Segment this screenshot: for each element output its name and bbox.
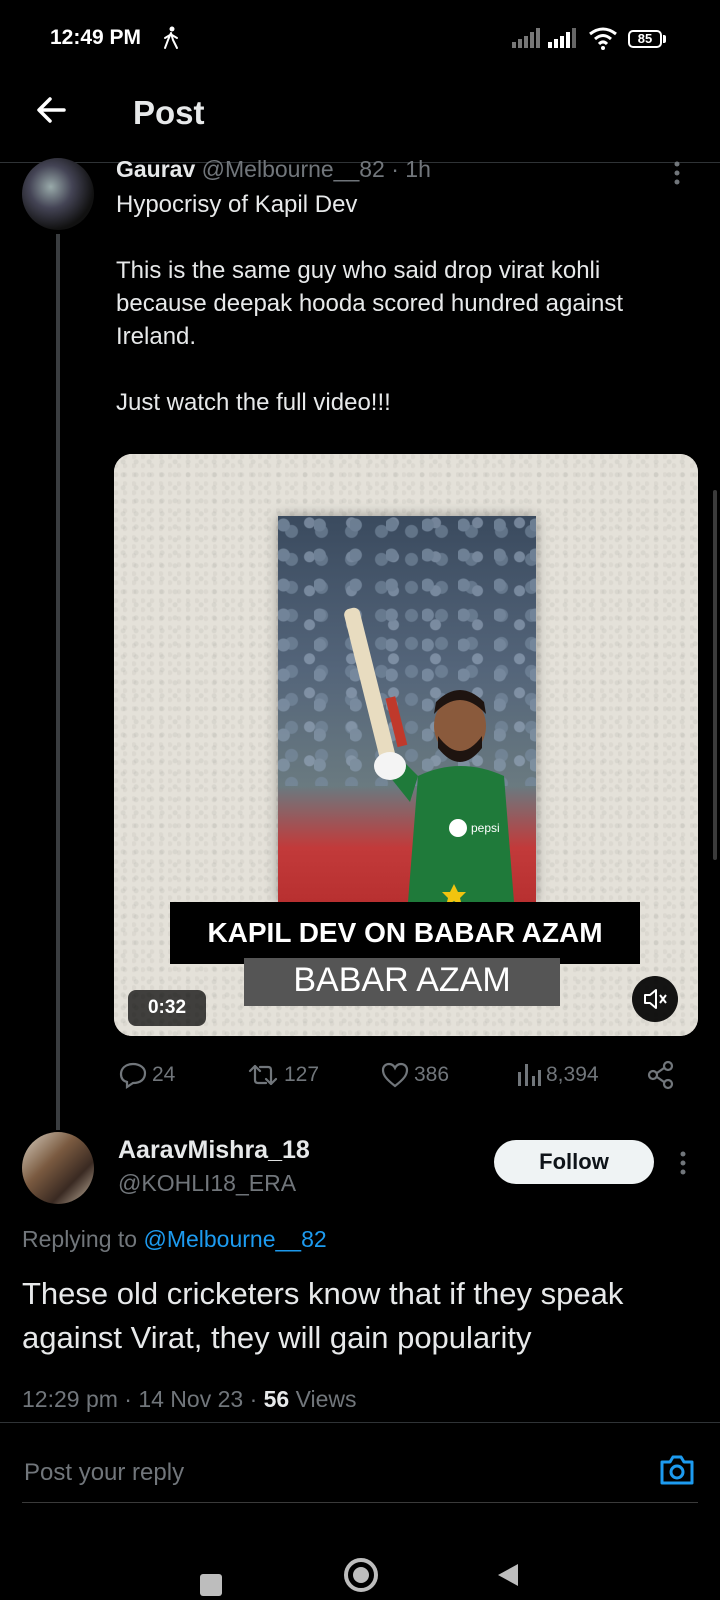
divider: [0, 1422, 720, 1423]
replying-to-link[interactable]: @Melbourne__82: [143, 1226, 326, 1252]
battery-level: 85: [637, 31, 653, 46]
jersey-sponsor: pepsi: [471, 821, 500, 835]
scrollbar[interactable]: [713, 490, 717, 860]
replying-prefix: Replying to: [22, 1226, 138, 1252]
views-button[interactable]: 8,394: [516, 1058, 599, 1092]
like-count: 386: [414, 1063, 450, 1086]
status-time: 12:49 PM: [50, 26, 142, 49]
tweet-text: These old cricketers know that if they s…: [22, 1276, 624, 1355]
recents-button[interactable]: [200, 1574, 222, 1596]
page-title: Post: [133, 94, 205, 131]
more-options-icon[interactable]: [672, 160, 682, 186]
reply-input[interactable]: [22, 1452, 606, 1494]
tweet-text: Hypocrisy of Kapil Dev This is the same …: [116, 191, 624, 416]
signal-icon: [548, 28, 576, 48]
analytics-icon: [518, 1064, 541, 1086]
tweet-meta: 12:29 pm · 14 Nov 23 · 56 Views: [22, 1386, 357, 1413]
author-handle[interactable]: @Melbourne__82 · 1h: [202, 156, 431, 182]
video-subtitle: BABAR AZAM: [244, 958, 560, 1006]
repost-button[interactable]: 127: [246, 1058, 319, 1092]
thread-line: [56, 234, 60, 1130]
heart-icon: [381, 1062, 409, 1088]
battery-icon: 85: [628, 30, 662, 48]
author-display-name[interactable]: AaravMishra_18: [118, 1136, 310, 1165]
avatar[interactable]: [22, 1132, 94, 1204]
repost-icon: [248, 1064, 278, 1086]
tweet-views-count: 56: [263, 1386, 290, 1412]
reply-button[interactable]: 24: [118, 1058, 175, 1092]
walking-icon: [164, 26, 178, 49]
video-caption: KAPIL DEV ON BABAR AZAM: [170, 902, 640, 964]
video-player[interactable]: pepsi KAPIL DEV ON BABAR AZAM BABAR AZAM…: [114, 454, 698, 1036]
home-button-dot: [353, 1567, 369, 1583]
replying-to: Replying to @Melbourne__82: [22, 1226, 327, 1253]
battery-tip: [663, 35, 666, 43]
video-duration: 0:32: [128, 990, 206, 1026]
tweet-views-label: Views: [289, 1386, 357, 1412]
reply-count: 24: [152, 1063, 176, 1086]
author-name[interactable]: Gaurav @Melbourne__82 · 1h: [116, 156, 431, 183]
like-button[interactable]: 386: [380, 1058, 449, 1092]
cricketer-figure: pepsi: [344, 607, 514, 902]
author-display-name[interactable]: Gaurav: [116, 156, 195, 182]
tweet-timestamp: 12:29 pm · 14 Nov 23 ·: [22, 1386, 264, 1412]
more-options-icon[interactable]: [678, 1150, 688, 1176]
wifi-icon: [589, 27, 617, 50]
reply-icon: [119, 1062, 147, 1090]
camera-icon[interactable]: [658, 1452, 696, 1488]
back-arrow-icon[interactable]: [30, 88, 74, 132]
input-divider: [22, 1502, 698, 1503]
author-handle[interactable]: @KOHLI18_ERA: [118, 1170, 296, 1197]
signal-weak-icon: [512, 28, 540, 48]
muted-speaker-icon[interactable]: [632, 976, 678, 1022]
view-count: 8,394: [546, 1063, 599, 1086]
nav-back-icon[interactable]: [496, 1562, 520, 1588]
share-icon[interactable]: [646, 1060, 676, 1090]
follow-button[interactable]: Follow: [494, 1140, 654, 1184]
avatar[interactable]: [22, 158, 94, 230]
repost-count: 127: [284, 1063, 320, 1086]
status-bar: 12:49 PM 85: [0, 0, 720, 80]
video-frame-photo: pepsi: [278, 516, 536, 902]
